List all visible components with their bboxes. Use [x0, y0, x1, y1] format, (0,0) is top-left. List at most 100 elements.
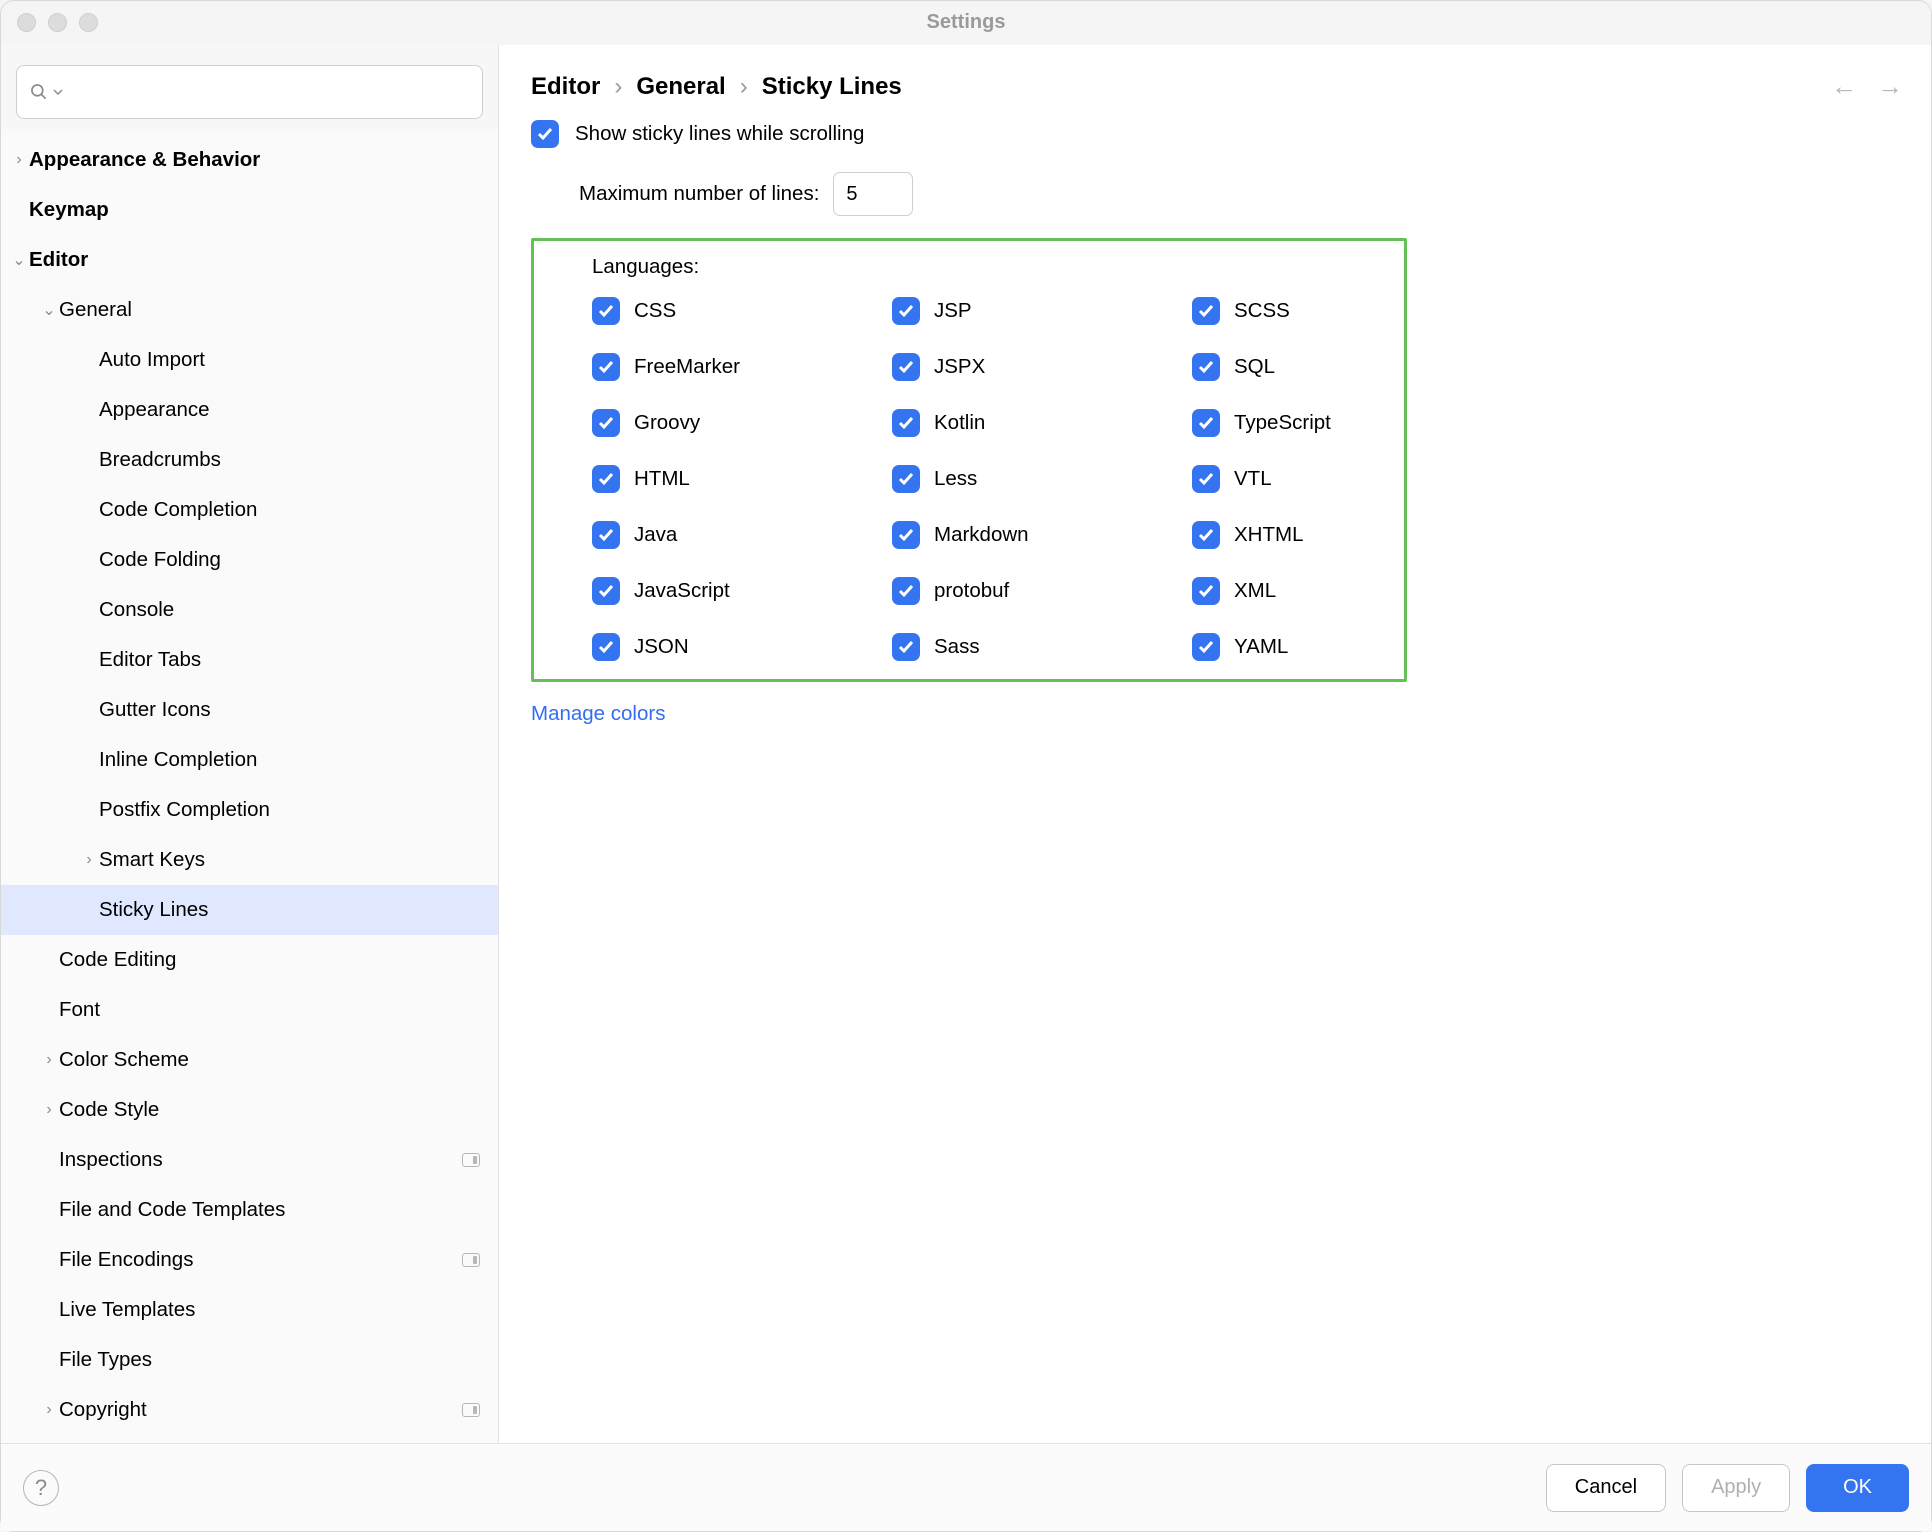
language-checkbox[interactable]: JSON	[592, 633, 892, 661]
tree-item-label: Editor Tabs	[99, 648, 480, 672]
search-field[interactable]	[67, 81, 470, 104]
breadcrumb-item[interactable]: Editor	[531, 73, 600, 101]
language-checkbox[interactable]: Groovy	[592, 409, 892, 437]
checkbox-icon	[592, 577, 620, 605]
chevron-right-icon[interactable]: ›	[39, 1051, 59, 1069]
language-checkbox[interactable]: Markdown	[892, 521, 1192, 549]
language-checkbox[interactable]: protobuf	[892, 577, 1192, 605]
tree-item[interactable]: File Encodings	[1, 1235, 498, 1285]
language-checkbox[interactable]: JSP	[892, 297, 1192, 325]
languages-panel: Languages: CSSJSPSCSSFreeMarkerJSPXSQLGr…	[531, 238, 1407, 682]
language-checkbox[interactable]: TypeScript	[1192, 409, 1422, 437]
search-input[interactable]	[16, 65, 483, 119]
manage-colors-link[interactable]: Manage colors	[531, 702, 665, 726]
tree-item[interactable]: Inspections	[1, 1135, 498, 1185]
tree-item-label: Editor	[29, 248, 480, 272]
show-sticky-label: Show sticky lines while scrolling	[575, 122, 864, 146]
footer: ? Cancel Apply OK	[1, 1443, 1931, 1531]
window-close-icon[interactable]	[17, 13, 36, 32]
language-checkbox[interactable]: CSS	[592, 297, 892, 325]
tree-item[interactable]: ›Appearance & Behavior	[1, 135, 498, 185]
checkbox-icon	[892, 633, 920, 661]
tree-item-label: Code Completion	[99, 498, 480, 522]
tree-item[interactable]: Sticky Lines	[1, 885, 498, 935]
tree-item[interactable]: ›Color Scheme	[1, 1035, 498, 1085]
chevron-right-icon[interactable]: ›	[79, 851, 99, 869]
tree-item[interactable]: Live Templates	[1, 1285, 498, 1335]
language-checkbox[interactable]: FreeMarker	[592, 353, 892, 381]
language-label: XML	[1234, 579, 1276, 603]
language-checkbox[interactable]: XML	[1192, 577, 1422, 605]
tree-item-label: Appearance & Behavior	[29, 148, 480, 172]
checkbox-icon	[592, 409, 620, 437]
tree-item[interactable]: Code Editing	[1, 935, 498, 985]
language-label: VTL	[1234, 467, 1272, 491]
tree-item[interactable]: Editor Tabs	[1, 635, 498, 685]
project-settings-icon	[462, 1253, 480, 1267]
tree-item[interactable]: ⌄General	[1, 285, 498, 335]
tree-item[interactable]: File Types	[1, 1335, 498, 1385]
show-sticky-checkbox[interactable]: Show sticky lines while scrolling	[531, 120, 1899, 148]
window-minimize-icon[interactable]	[48, 13, 67, 32]
tree-item[interactable]: ⌄Editor	[1, 235, 498, 285]
chevron-down-icon[interactable]	[53, 87, 63, 97]
tree-item-label: Code Style	[59, 1098, 480, 1122]
tree-item[interactable]: ›Copyright	[1, 1385, 498, 1435]
tree-item[interactable]: Appearance	[1, 385, 498, 435]
language-checkbox[interactable]: JSPX	[892, 353, 1192, 381]
tree-item[interactable]: Code Completion	[1, 485, 498, 535]
language-checkbox[interactable]: Sass	[892, 633, 1192, 661]
tree-item[interactable]: Auto Import	[1, 335, 498, 385]
window-controls	[17, 13, 98, 32]
maxlines-input[interactable]	[833, 172, 913, 216]
language-label: YAML	[1234, 635, 1288, 659]
tree-item[interactable]: ›Smart Keys	[1, 835, 498, 885]
ok-button[interactable]: OK	[1806, 1464, 1909, 1512]
language-checkbox[interactable]: YAML	[1192, 633, 1422, 661]
chevron-down-icon[interactable]: ⌄	[9, 250, 29, 270]
tree-item[interactable]: Keymap	[1, 185, 498, 235]
cancel-button[interactable]: Cancel	[1546, 1464, 1666, 1512]
nav-forward-icon[interactable]: →	[1877, 71, 1903, 102]
language-label: FreeMarker	[634, 355, 740, 379]
language-label: Java	[634, 523, 677, 547]
tree-item-label: Breadcrumbs	[99, 448, 480, 472]
tree-item[interactable]: Gutter Icons	[1, 685, 498, 735]
tree-item-label: Auto Import	[99, 348, 480, 372]
window-zoom-icon[interactable]	[79, 13, 98, 32]
chevron-down-icon[interactable]: ⌄	[39, 300, 59, 320]
language-checkbox[interactable]: Kotlin	[892, 409, 1192, 437]
language-checkbox[interactable]: SCSS	[1192, 297, 1422, 325]
tree-item-label: General	[59, 298, 480, 322]
chevron-right-icon[interactable]: ›	[9, 151, 29, 169]
checkbox-icon	[1192, 633, 1220, 661]
language-checkbox[interactable]: Java	[592, 521, 892, 549]
tree-item[interactable]: Inline Completion	[1, 735, 498, 785]
checkbox-icon	[892, 297, 920, 325]
language-label: Sass	[934, 635, 980, 659]
language-checkbox[interactable]: VTL	[1192, 465, 1422, 493]
language-checkbox[interactable]: JavaScript	[592, 577, 892, 605]
chevron-right-icon[interactable]: ›	[39, 1401, 59, 1419]
language-checkbox[interactable]: SQL	[1192, 353, 1422, 381]
tree-item[interactable]: Postfix Completion	[1, 785, 498, 835]
tree-item[interactable]: Font	[1, 985, 498, 1035]
tree-item[interactable]: Code Folding	[1, 535, 498, 585]
nav-back-icon[interactable]: ←	[1831, 71, 1857, 102]
breadcrumb-item[interactable]: General	[636, 73, 725, 101]
tree-item[interactable]: Breadcrumbs	[1, 435, 498, 485]
tree-item[interactable]: File and Code Templates	[1, 1185, 498, 1235]
language-label: SCSS	[1234, 299, 1290, 323]
language-checkbox[interactable]: HTML	[592, 465, 892, 493]
chevron-right-icon[interactable]: ›	[39, 1101, 59, 1119]
tree-item[interactable]: Console	[1, 585, 498, 635]
language-label: CSS	[634, 299, 676, 323]
language-checkbox[interactable]: XHTML	[1192, 521, 1422, 549]
titlebar: Settings	[1, 1, 1931, 45]
tree-item[interactable]: ›Code Style	[1, 1085, 498, 1135]
checkbox-icon	[1192, 465, 1220, 493]
settings-tree[interactable]: ›Appearance & BehaviorKeymap⌄Editor⌄Gene…	[1, 129, 498, 1443]
language-label: Markdown	[934, 523, 1029, 547]
language-checkbox[interactable]: Less	[892, 465, 1192, 493]
help-button[interactable]: ?	[23, 1470, 59, 1506]
